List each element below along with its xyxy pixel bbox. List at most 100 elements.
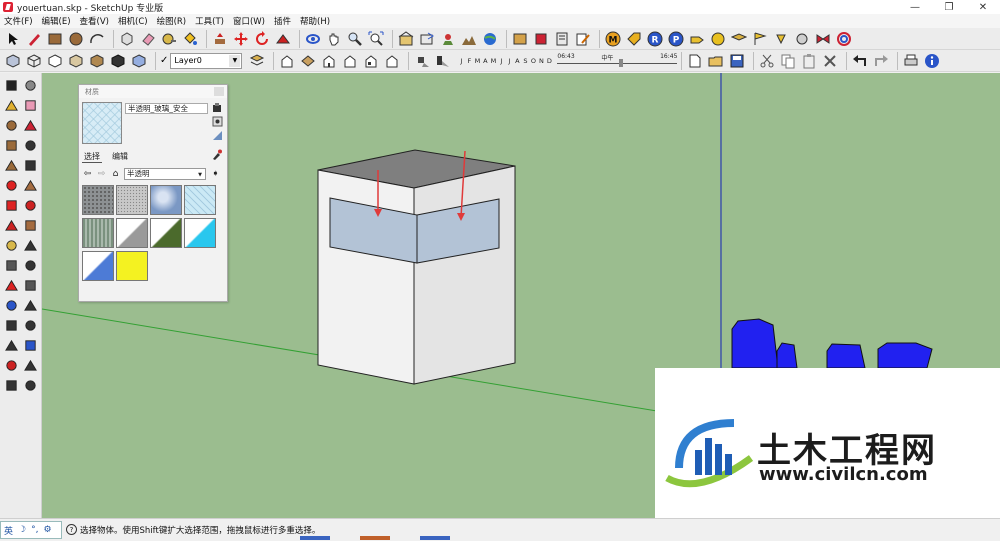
follow-me-tool-button[interactable] bbox=[21, 196, 39, 214]
minimize-button[interactable]: — bbox=[898, 0, 932, 14]
close-button[interactable]: ✕ bbox=[966, 0, 1000, 14]
circle-tool-button[interactable] bbox=[67, 30, 85, 48]
plugin-swirl-button[interactable] bbox=[835, 30, 853, 48]
rectangle-tool-button[interactable] bbox=[2, 116, 20, 134]
line-tool-button[interactable] bbox=[21, 116, 39, 134]
push-pull-button[interactable] bbox=[211, 30, 229, 48]
time-slider-handle[interactable] bbox=[619, 58, 624, 67]
tab-edit[interactable]: 编辑 bbox=[110, 151, 130, 163]
shadow-time-slider[interactable]: 06:43 中午 16:45 bbox=[557, 53, 678, 69]
rectangle-tool-button[interactable] bbox=[46, 30, 64, 48]
swatch-blue-split[interactable] bbox=[82, 251, 114, 281]
3d-text-tool-button[interactable] bbox=[21, 276, 39, 294]
plugin-ball-button[interactable] bbox=[793, 30, 811, 48]
bottom-view-button[interactable] bbox=[383, 52, 401, 70]
monochrome-button[interactable] bbox=[109, 52, 127, 70]
open-file-button[interactable] bbox=[707, 52, 725, 70]
help-icon[interactable]: ? bbox=[66, 524, 77, 535]
display-secondary-button[interactable] bbox=[212, 130, 223, 141]
home-icon[interactable]: ⌂ bbox=[110, 169, 121, 180]
punctuation-icon[interactable]: °, bbox=[31, 525, 38, 535]
redo-button[interactable] bbox=[872, 52, 890, 70]
create-material-button[interactable] bbox=[212, 102, 223, 113]
menu-window[interactable]: 窗口(W) bbox=[233, 15, 265, 27]
rotate-tool-button[interactable] bbox=[2, 196, 20, 214]
line-tool-button[interactable] bbox=[25, 30, 43, 48]
swatch-blue-sky[interactable] bbox=[150, 185, 182, 215]
pan-tool-button[interactable] bbox=[325, 30, 343, 48]
dimension-tool-button[interactable] bbox=[21, 236, 39, 254]
hidden-line-button[interactable] bbox=[46, 52, 64, 70]
plugin-p-button[interactable]: P bbox=[667, 30, 685, 48]
menu-help[interactable]: 帮助(H) bbox=[300, 15, 330, 27]
materials-close-button[interactable] bbox=[214, 87, 224, 96]
plugin-flag-button[interactable] bbox=[751, 30, 769, 48]
make-component-button[interactable] bbox=[118, 30, 136, 48]
orbit-tool-button[interactable] bbox=[2, 296, 20, 314]
swatch-yellow[interactable] bbox=[116, 251, 148, 281]
sample-paint-button[interactable] bbox=[211, 149, 222, 162]
back-view-button[interactable] bbox=[341, 52, 359, 70]
layer-visible-check[interactable]: ✓ bbox=[160, 55, 168, 66]
orbit-tool-button[interactable] bbox=[304, 30, 322, 48]
menu-draw[interactable]: 绘图(R) bbox=[157, 15, 187, 27]
paint-bucket-tool-button[interactable] bbox=[2, 96, 20, 114]
pan-tool-button[interactable] bbox=[21, 296, 39, 314]
select-tool-button[interactable] bbox=[2, 76, 20, 94]
default-material-button[interactable] bbox=[212, 116, 223, 127]
details-arrow-icon[interactable]: ➧ bbox=[210, 169, 221, 180]
position-camera-tool-button[interactable] bbox=[2, 356, 20, 374]
iso-view-button[interactable] bbox=[4, 52, 22, 70]
toggle-terrain-button[interactable] bbox=[460, 30, 478, 48]
material-preview-swatch[interactable] bbox=[82, 102, 122, 144]
layer-select[interactable]: Layer0 ▼ bbox=[170, 52, 243, 69]
circle-tool-button[interactable] bbox=[2, 136, 20, 154]
style-builder-button[interactable] bbox=[574, 30, 592, 48]
new-file-button[interactable] bbox=[686, 52, 704, 70]
section-tool-button[interactable] bbox=[21, 376, 39, 394]
swatch-gray-granite[interactable] bbox=[82, 185, 114, 215]
plugin-r-button[interactable]: R bbox=[646, 30, 664, 48]
copy-button[interactable] bbox=[779, 52, 797, 70]
swatch-speckled-stone[interactable] bbox=[116, 185, 148, 215]
undo-button[interactable] bbox=[851, 52, 869, 70]
protractor-tool-button[interactable] bbox=[2, 256, 20, 274]
shadow-month-scale[interactable]: J F M A M J J A S O N D bbox=[457, 57, 553, 65]
paint-bucket-button[interactable] bbox=[181, 30, 199, 48]
maximize-button[interactable]: ❐ bbox=[932, 0, 966, 14]
tape-measure-button[interactable] bbox=[160, 30, 178, 48]
material-name-field[interactable]: 半透明_玻璃_安全 bbox=[125, 103, 208, 114]
ime-toolbar[interactable]: 英 ☽ °, ⚙ bbox=[0, 521, 62, 539]
arc-tool-button[interactable] bbox=[21, 136, 39, 154]
move-tool-button[interactable] bbox=[232, 30, 250, 48]
menu-edit[interactable]: 编辑(E) bbox=[42, 15, 71, 27]
ime-language[interactable]: 英 bbox=[4, 524, 13, 537]
extension-warehouse-button[interactable] bbox=[532, 30, 550, 48]
scale-tool-button[interactable] bbox=[2, 216, 20, 234]
tape-measure-tool-button[interactable] bbox=[2, 236, 20, 254]
delete-button[interactable] bbox=[821, 52, 839, 70]
shaded-button[interactable] bbox=[67, 52, 85, 70]
polygon-tool-button[interactable] bbox=[2, 156, 20, 174]
right-view-button[interactable] bbox=[320, 52, 338, 70]
wireframe-button[interactable] bbox=[25, 52, 43, 70]
shaded-textures-button[interactable] bbox=[88, 52, 106, 70]
get-models-button[interactable] bbox=[397, 30, 415, 48]
plugin-pin-button[interactable] bbox=[772, 30, 790, 48]
forward-arrow-icon[interactable]: ⇨ bbox=[96, 169, 107, 180]
zoom-tool-button[interactable] bbox=[2, 316, 20, 334]
model-info-button[interactable] bbox=[923, 52, 941, 70]
layout-button[interactable] bbox=[553, 30, 571, 48]
offset-tool-button[interactable] bbox=[21, 216, 39, 234]
front-view-button[interactable] bbox=[278, 52, 296, 70]
moon-icon[interactable]: ☽ bbox=[18, 525, 26, 535]
xray-button[interactable] bbox=[130, 52, 148, 70]
axes-tool-button[interactable] bbox=[2, 276, 20, 294]
menu-camera[interactable]: 相机(C) bbox=[118, 15, 148, 27]
text-tool-button[interactable] bbox=[21, 256, 39, 274]
menu-view[interactable]: 查看(V) bbox=[80, 15, 109, 27]
zoom-window-tool-button[interactable] bbox=[21, 316, 39, 334]
select-tool-button[interactable] bbox=[4, 30, 22, 48]
add-location-button[interactable] bbox=[439, 30, 457, 48]
swatch-green-split[interactable] bbox=[150, 218, 182, 248]
